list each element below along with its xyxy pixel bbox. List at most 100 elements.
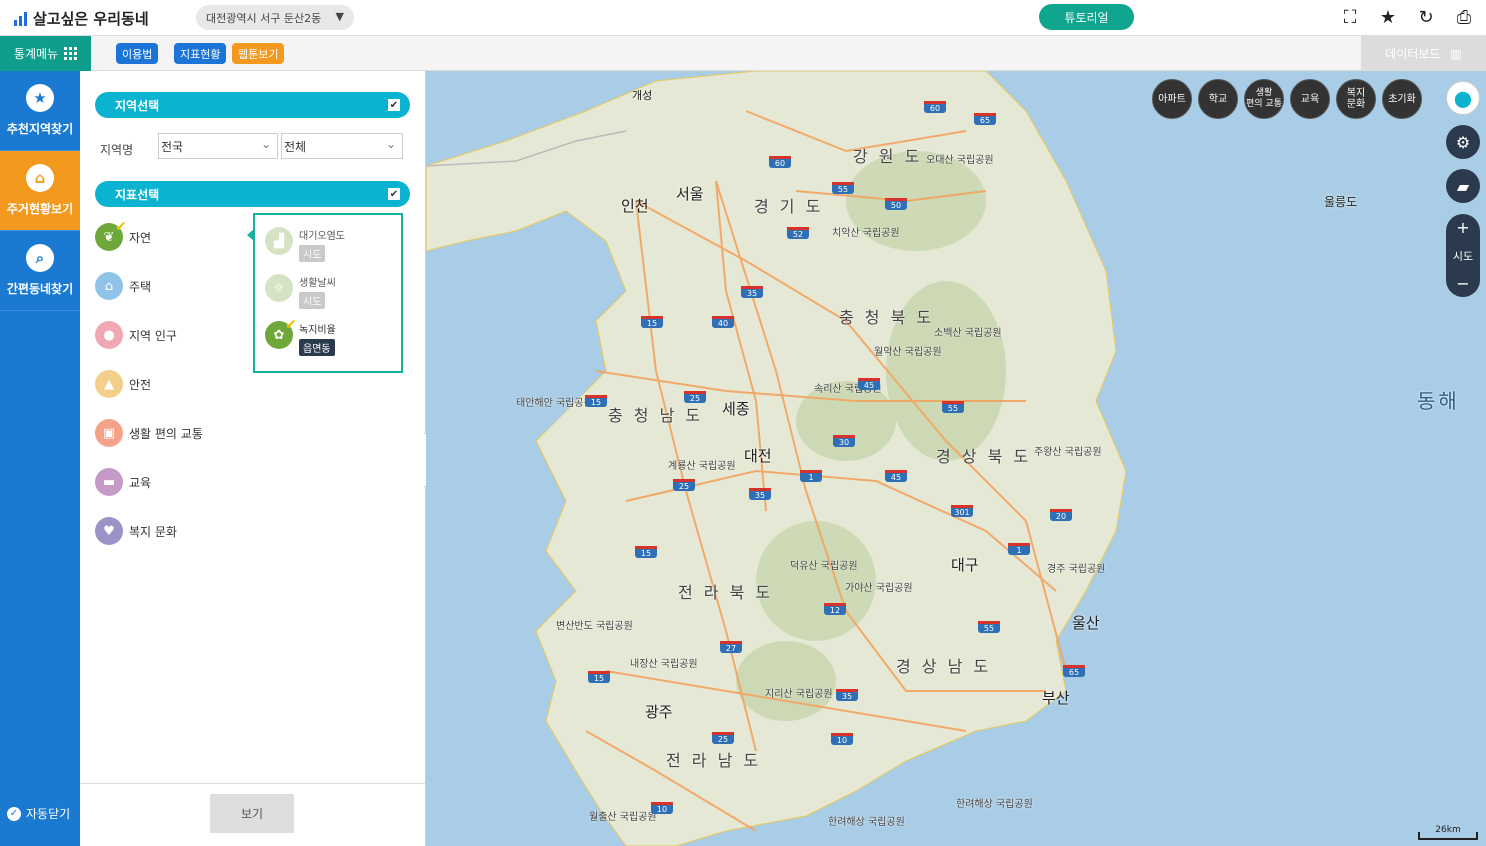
sub-indicator-weather[interactable]: ☼ 생활날씨 시도 [265, 274, 336, 309]
scale-label: 26km [1435, 825, 1461, 835]
print-icon[interactable]: ⎙ [1454, 7, 1474, 28]
indicator-section-header[interactable]: 지표선택 ✔ [95, 181, 410, 207]
park-label: 내장산 국립공원 [630, 659, 698, 670]
highway-shield: 65 [974, 113, 996, 125]
bar-chart-icon: ▥ [1450, 46, 1462, 61]
indicator-label: 자연 [129, 230, 152, 245]
highway-shield: 52 [787, 227, 809, 239]
nav-housing-status[interactable]: ⌂ 주거현황보기 [0, 151, 80, 231]
province-label: 강 원 도 [853, 147, 923, 166]
layers-icon[interactable]: ▰ [1446, 169, 1480, 203]
highway-shield: 45 [858, 378, 880, 390]
map-view[interactable]: 강 원 도 경 기 도 충 청 북 도 충 청 남 도 경 상 북 도 전 라 … [426, 71, 1486, 846]
indicator-housing[interactable]: ⌂ 주택 [95, 272, 151, 300]
menu-bar: 통계메뉴 이용법 지표현황 웹툰보기 데이터보드 ▥ [0, 36, 1486, 71]
indicator-welfare[interactable]: ♥ 복지 문화 [95, 517, 177, 545]
province-label: 충 청 북 도 [839, 308, 935, 327]
view-button[interactable]: 보기 [210, 794, 294, 833]
level-tag: 시도 [299, 292, 326, 309]
highway-shield: 15 [588, 671, 610, 683]
settings-gear-icon[interactable]: ⚙ [1446, 125, 1480, 159]
poi-convenience-button[interactable]: 생활 편의 교통 [1244, 79, 1284, 119]
indicator-safety[interactable]: ▲ 안전 [95, 370, 151, 398]
cone-icon: ▲ [95, 370, 123, 398]
highway-shield: 10 [831, 733, 853, 745]
fullscreen-icon[interactable]: ⛶ [1340, 7, 1360, 28]
sub-indicator-popup: ▟ 대기오염도 시도 ☼ 생활날씨 시도 ✿ ✔ 녹지비율 읍면동 [247, 213, 403, 373]
checkbox[interactable]: ✔ [388, 99, 400, 111]
poi-school-button[interactable]: 학교 [1198, 79, 1238, 119]
app-logo[interactable]: 살고싶은 우리동네 [14, 8, 149, 29]
indicator-population[interactable]: ● 지역 인구 [95, 321, 177, 349]
checkbox[interactable]: ✔ [388, 188, 400, 200]
popup-pointer [247, 229, 254, 241]
park-label: 경주 국립공원 [1047, 564, 1106, 575]
indicator-convenience[interactable]: ▣ 생활 편의 교통 [95, 419, 203, 447]
city-label: 개성 [632, 89, 653, 102]
zoom-control: + 시도 − [1446, 214, 1480, 297]
highway-shield: 35 [836, 689, 858, 701]
indicator-status-button[interactable]: 지표현황 [174, 43, 227, 64]
highway-shield: 60 [769, 156, 791, 168]
highway-shield: 55 [832, 182, 854, 194]
province-label: 전 라 남 도 [666, 751, 762, 770]
highway-shield: 12 [824, 603, 846, 615]
usage-button[interactable]: 이용법 [116, 43, 159, 64]
zoom-out-button[interactable]: − [1456, 274, 1469, 293]
location-pin-icon[interactable]: ⬤ [1446, 81, 1480, 115]
highway-shield: 25 [684, 391, 706, 403]
sub-indicator-green-ratio[interactable]: ✿ ✔ 녹지비율 읍면동 [265, 317, 336, 356]
highway-shield: 60 [924, 101, 946, 113]
city-label: 서울 [676, 185, 704, 203]
highway-shield: 15 [585, 395, 607, 407]
reset-button[interactable]: 초기화 [1382, 79, 1422, 119]
map-scale: 26km [1418, 826, 1478, 840]
indicator-label: 안전 [129, 377, 152, 392]
highway-shield: 30 [833, 435, 855, 447]
region-select-sido[interactable]: 전국 ⌄ [158, 133, 278, 159]
nav-recommend-area[interactable]: ★ 추천지역찾기 [0, 71, 80, 151]
city-label: 세종 [722, 400, 750, 418]
app-title: 살고싶은 우리동네 [33, 10, 149, 28]
heart-icon: ♥ [95, 517, 123, 545]
location-value: 대전광역시 서구 둔산2동 [206, 11, 322, 25]
park-label: 월출산 국립공원 [589, 812, 657, 823]
park-label: 계룡산 국립공원 [668, 461, 736, 472]
webtoon-button[interactable]: 웹툰보기 [232, 43, 285, 64]
check-icon: ✔ [115, 219, 127, 235]
sub-indicator-air-pollution[interactable]: ▟ 대기오염도 시도 [265, 227, 345, 262]
park-label: 변산반도 국립공원 [556, 621, 633, 632]
park-label: 한려해상 국립공원 [956, 799, 1033, 810]
poi-welfare-button[interactable]: 복지 문화 [1336, 79, 1376, 119]
region-section-header[interactable]: 지역선택 ✔ [95, 92, 410, 118]
city-label: 대구 [951, 556, 979, 574]
stat-menu-button[interactable]: 통계메뉴 [0, 36, 91, 71]
indicator-education[interactable]: ▬ 교육 [95, 468, 151, 496]
location-select[interactable]: 대전광역시 서구 둔산2동 ▼ [196, 5, 354, 30]
sub-indicator-name: 생활날씨 [299, 278, 336, 289]
dashboard-button[interactable]: 데이터보드 ▥ [1361, 36, 1486, 71]
indicator-nature[interactable]: ❦ ✔ 자연 [95, 219, 152, 251]
poi-education-button[interactable]: 교육 [1290, 79, 1330, 119]
highway-shield: 1 [800, 470, 822, 482]
tutorial-button[interactable]: 튜토리얼 [1039, 4, 1134, 30]
nav-label: 주거현황보기 [6, 202, 74, 216]
divider [80, 783, 425, 784]
auto-close-toggle[interactable]: ✓ 자동닫기 [7, 805, 70, 822]
province-label: 경 기 도 [754, 197, 824, 216]
indicator-label: 주택 [129, 279, 152, 294]
region-select-sigungu[interactable]: 전체 ⌄ [281, 133, 403, 159]
zoom-in-button[interactable]: + [1456, 218, 1469, 237]
nav-label: 추천지역찾기 [6, 122, 74, 136]
nav-easy-search[interactable]: ⌕ 간편동네찾기 [0, 231, 80, 311]
top-bar: 살고싶은 우리동네 대전광역시 서구 둔산2동 ▼ 튜토리얼 ⛶ ★ ↻ ⎙ [0, 0, 1486, 36]
highway-shield: 35 [749, 488, 771, 500]
search-pin-icon: ⌕ [26, 244, 54, 272]
poi-apartment-button[interactable]: 아파트 [1152, 79, 1192, 119]
island-label: 울릉도 [1324, 195, 1358, 209]
grid-icon [64, 47, 78, 60]
highway-shield: 35 [741, 286, 763, 298]
star-icon[interactable]: ★ [1378, 7, 1398, 28]
refresh-icon[interactable]: ↻ [1416, 7, 1436, 28]
park-label: 월악산 국립공원 [874, 347, 942, 358]
